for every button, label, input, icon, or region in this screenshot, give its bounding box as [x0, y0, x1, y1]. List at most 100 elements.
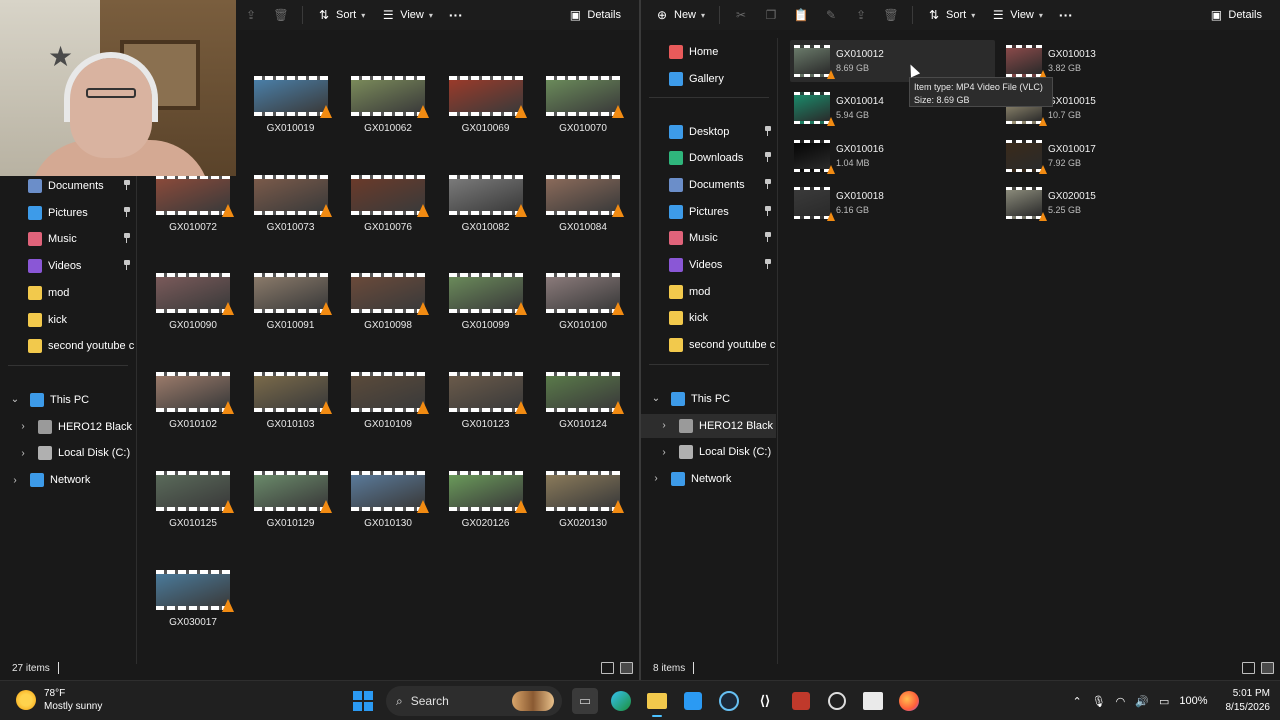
tree-item-hero12-black[interactable]: › HERO12 Black: [0, 415, 135, 439]
file-thumbnail-item[interactable]: GX010103: [246, 372, 336, 442]
clock[interactable]: 5:01 PM 8/15/2026: [1226, 687, 1271, 715]
file-thumbnail-item[interactable]: GX010129: [246, 470, 336, 541]
capcut-button[interactable]: ⟨⟩: [752, 688, 778, 714]
file-thumbnail-item[interactable]: GX010019: [246, 76, 336, 146]
chevron-right-icon[interactable]: ›: [657, 420, 671, 431]
details-button[interactable]: ▣ Details: [560, 0, 629, 30]
nav-item-videos[interactable]: Videos: [0, 254, 135, 278]
file-thumbnail-item[interactable]: GX010099: [441, 273, 531, 343]
view-button[interactable]: ☰ View ▾: [983, 0, 1051, 30]
more-options-button[interactable]: ···: [441, 0, 471, 30]
volume-icon[interactable]: 🔊: [1135, 695, 1149, 708]
steam-button[interactable]: [716, 688, 742, 714]
tiles-view-icon[interactable]: [1261, 662, 1274, 674]
sort-button[interactable]: ⇅ Sort ▾: [309, 0, 373, 30]
delete-button[interactable]: 🗑: [266, 0, 296, 30]
chevron-right-icon[interactable]: ›: [16, 421, 30, 432]
file-tile[interactable]: GX010016 1.04 MB: [790, 135, 995, 177]
file-thumbnail-item[interactable]: GX010100: [538, 273, 628, 343]
tree-item-hero12-black[interactable]: › HERO12 Black: [641, 413, 776, 438]
nav-item-kick[interactable]: kick: [641, 306, 776, 330]
start-button[interactable]: [350, 688, 376, 714]
file-thumbnail-item[interactable]: GX010070: [538, 76, 628, 146]
file-thumbnail-item[interactable]: GX010062: [343, 76, 433, 146]
delete-button[interactable]: 🗑: [876, 0, 906, 30]
tree-item-local-disk-c-[interactable]: › Local Disk (C:): [641, 440, 776, 464]
file-thumbnail-item[interactable]: GX010098: [343, 273, 433, 343]
sort-button[interactable]: ⇅ Sort ▾: [919, 0, 983, 30]
nav-item-desktop[interactable]: Desktop: [641, 120, 776, 144]
tree-item-this-pc[interactable]: ⌄ This PC: [641, 387, 776, 411]
file-thumbnail-item[interactable]: GX020126: [441, 470, 531, 541]
store-button[interactable]: [680, 688, 706, 714]
edge-button[interactable]: [608, 688, 634, 714]
nav-item-documents[interactable]: Documents: [0, 174, 135, 198]
nav-item-second-youtube-cha[interactable]: second youtube cha: [0, 334, 135, 358]
file-thumbnail-item[interactable]: GX010090: [148, 273, 238, 343]
recorder-button[interactable]: [824, 688, 850, 714]
more-options-button[interactable]: ···: [1051, 0, 1081, 30]
nav-item-music[interactable]: Music: [0, 227, 135, 251]
chevron-down-icon[interactable]: ⌄: [649, 393, 663, 404]
nav-item-documents[interactable]: Documents: [641, 173, 776, 197]
share-button[interactable]: ⇪: [846, 0, 876, 30]
nav-item-gallery[interactable]: Gallery: [641, 67, 776, 91]
nav-item-pictures[interactable]: Pictures: [0, 201, 135, 225]
tree-item-network[interactable]: › Network: [0, 468, 135, 492]
file-tile[interactable]: GX020015 5.25 GB: [1002, 182, 1207, 224]
share-button[interactable]: ⇪: [236, 0, 266, 30]
file-thumbnail-item[interactable]: GX010130: [343, 470, 433, 541]
nav-item-music[interactable]: Music: [641, 226, 776, 250]
nav-item-videos[interactable]: Videos: [641, 253, 776, 277]
nav-item-mod[interactable]: mod: [0, 281, 135, 305]
file-thumbnail-item[interactable]: GX010084: [538, 174, 628, 245]
nav-item-pictures[interactable]: Pictures: [641, 200, 776, 224]
file-tile[interactable]: GX010013 3.82 GB: [1002, 40, 1207, 82]
taskbar-search[interactable]: ⌕ Search: [386, 686, 562, 716]
copy-button[interactable]: ❐: [756, 0, 786, 30]
file-thumbnail-item[interactable]: GX010123: [441, 372, 531, 442]
paste-button[interactable]: 📋: [786, 0, 816, 30]
tree-item-this-pc[interactable]: ⌄ This PC: [0, 388, 135, 412]
file-thumbnail-item[interactable]: GX010109: [343, 372, 433, 442]
file-explorer-button[interactable]: [644, 688, 670, 717]
tree-item-network[interactable]: › Network: [641, 467, 776, 491]
chevron-right-icon[interactable]: ›: [657, 447, 671, 458]
chevron-right-icon[interactable]: ›: [16, 448, 30, 459]
nav-item-kick[interactable]: kick: [0, 308, 135, 332]
file-thumbnail-item[interactable]: GX010072: [148, 174, 238, 245]
battery-icon[interactable]: ▭: [1159, 695, 1169, 708]
file-thumbnail-item[interactable]: GX010091: [246, 273, 336, 343]
chevron-down-icon[interactable]: ⌄: [8, 394, 22, 405]
details-view-icon[interactable]: [1242, 662, 1255, 674]
new-button[interactable]: ⊕ New ▾: [647, 0, 713, 30]
weather-widget[interactable]: 78°F Mostly sunny: [16, 687, 102, 713]
file-thumbnail-item[interactable]: GX010069: [441, 76, 531, 146]
nav-item-downloads[interactable]: Downloads: [641, 146, 776, 170]
task-view-button[interactable]: ▭: [572, 688, 598, 714]
chevron-up-icon[interactable]: ⌃: [1072, 695, 1081, 708]
app-red-button[interactable]: [788, 688, 814, 714]
tree-item-local-disk-c-[interactable]: › Local Disk (C:): [0, 441, 135, 465]
file-tile[interactable]: GX010018 6.16 GB: [790, 182, 995, 224]
file-thumbnail-item[interactable]: GX010082: [441, 174, 531, 245]
file-thumbnail-item[interactable]: GX010125: [148, 470, 238, 541]
microphone-icon[interactable]: 🎙: [1092, 695, 1106, 708]
details-button[interactable]: ▣ Details: [1201, 0, 1270, 30]
thumbnail-view-icon[interactable]: [620, 662, 633, 674]
details-view-icon[interactable]: [601, 662, 614, 674]
file-thumbnail-item[interactable]: GX010102: [148, 372, 238, 442]
file-tile[interactable]: GX010012 8.69 GB: [790, 40, 995, 82]
wifi-icon[interactable]: ◠: [1116, 695, 1126, 708]
file-thumbnail-item[interactable]: GX010073: [246, 174, 336, 245]
nav-item-second-youtube-cha[interactable]: second youtube cha: [641, 333, 776, 357]
chevron-right-icon[interactable]: ›: [649, 473, 663, 484]
rename-button[interactable]: ✎: [816, 0, 846, 30]
forza-button[interactable]: [860, 688, 886, 714]
nav-item-mod[interactable]: mod: [641, 280, 776, 304]
file-thumbnail-item[interactable]: GX030017: [148, 569, 238, 640]
nav-item-home[interactable]: Home: [641, 40, 776, 64]
file-thumbnail-item[interactable]: GX010076: [343, 174, 433, 245]
file-thumbnail-item[interactable]: GX010124: [538, 372, 628, 442]
firefox-button[interactable]: [896, 688, 922, 714]
